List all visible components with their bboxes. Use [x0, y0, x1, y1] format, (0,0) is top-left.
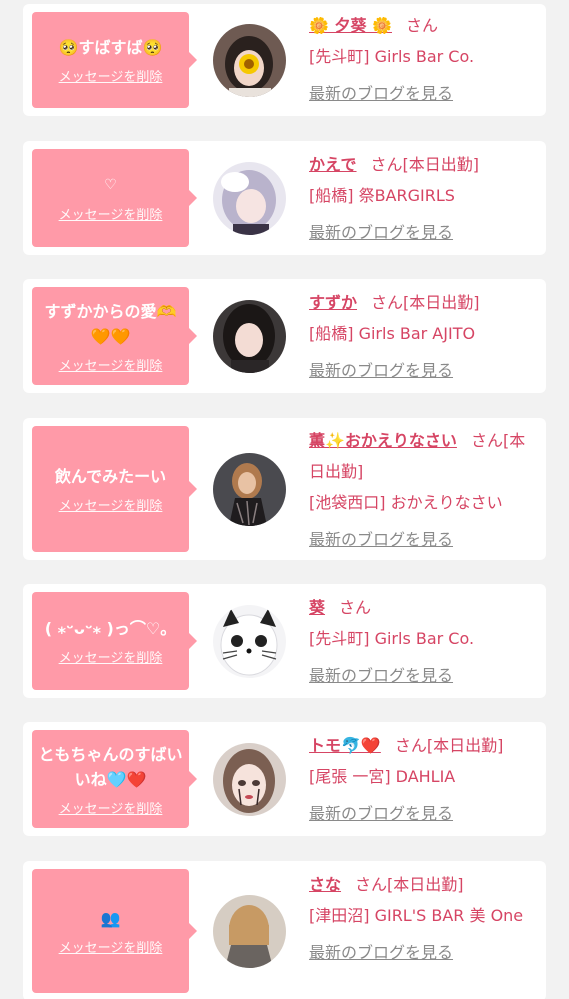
profile-photo-blonde-back [213, 895, 286, 968]
shop-name: [池袋西口] おかえりなさい [309, 493, 503, 512]
honorific: さん [339, 598, 372, 617]
honorific: さん [406, 16, 439, 35]
profile-photo-girl-silver-hair [213, 162, 286, 235]
latest-blog-link[interactable]: 最新のブログを見る [309, 660, 541, 691]
message-bubble: 👥 メッセージを削除 [32, 869, 197, 993]
delete-message-link[interactable]: メッセージを削除 [59, 495, 163, 514]
honorific: さん [470, 431, 503, 450]
message-text: 👥 [100, 909, 121, 928]
message-text: 飲んでみたーい [54, 467, 167, 486]
cast-name-link[interactable]: すずか [309, 293, 357, 312]
work-status: [本日出勤] [387, 875, 464, 894]
honorific: さん [394, 736, 427, 755]
honorific: さん [371, 293, 404, 312]
cast-name-link[interactable]: かえで [309, 155, 357, 174]
work-status: [本日出勤] [403, 293, 480, 312]
latest-blog-link[interactable]: 最新のブログを見る [309, 355, 541, 386]
message-bubble: 飲んでみたーい メッセージを削除 [32, 426, 197, 552]
delete-message-link[interactable]: メッセージを削除 [59, 355, 163, 374]
message-text: ( ⁎ᵕᴗᵕ⁎ )っ⌒♡。 [44, 619, 177, 638]
profile-photo-cat-filter [213, 605, 286, 678]
cast-name-link[interactable]: 葵 [309, 598, 325, 617]
cast-name-link[interactable]: トモ🐬❤️ [309, 736, 381, 755]
message-card: 🥺すばすば🥺 メッセージを削除 🌼 夕葵 🌼 さん [先斗町] Girls Bar… [23, 4, 546, 116]
message-card: ( ⁎ᵕᴗᵕ⁎ )っ⌒♡。 メッセージを削除 葵さん [先斗町] Girls B… [23, 584, 546, 698]
profile-photo-woman-lace [213, 453, 286, 526]
work-status: [本日出勤] [402, 155, 480, 174]
delete-message-link[interactable]: メッセージを削除 [59, 647, 163, 666]
latest-blog-link[interactable]: 最新のブログを見る [309, 937, 541, 968]
message-card: すずかからの愛🫶🧡🧡 メッセージを削除 すずか さん[本日出勤] [船橋] Gir… [23, 279, 546, 393]
latest-blog-link[interactable]: 最新のブログを見る [309, 78, 541, 109]
shop-name: [船橋] Girls Bar AJITO [309, 324, 476, 343]
work-status: [本日出勤] [426, 736, 504, 755]
shop-name: [尾張 一宮] DAHLIA [309, 767, 456, 786]
avatar[interactable] [213, 300, 286, 373]
cast-name-link[interactable]: 薫✨おかえりなさい [309, 431, 457, 450]
delete-message-link[interactable]: メッセージを削除 [59, 798, 163, 817]
latest-blog-link[interactable]: 最新のブログを見る [309, 798, 541, 829]
delete-message-link[interactable]: メッセージを削除 [59, 937, 163, 956]
latest-blog-link[interactable]: 最新のブログを見る [309, 524, 541, 555]
cast-info: 薫✨おかえりなさい さん[本日出勤] [池袋西口] おかえりなさい 最新のブログを… [309, 425, 541, 555]
message-card: ともちゃんのすばいいね🩵❤️ メッセージを削除 トモ🐬❤️ さん[本日出勤] [尾… [23, 722, 546, 836]
cast-name-link[interactable]: 🌼 夕葵 🌼 [309, 16, 392, 35]
latest-blog-link[interactable]: 最新のブログを見る [309, 217, 541, 248]
cast-info: 葵さん [先斗町] Girls Bar Co. 最新のブログを見る [309, 592, 541, 691]
avatar[interactable] [213, 895, 286, 968]
shop-name: [先斗町] Girls Bar Co. [309, 629, 475, 648]
shop-name: [船橋] 祭BARGIRLS [309, 186, 455, 205]
profile-photo-doll-face [213, 743, 286, 816]
avatar[interactable] [213, 743, 286, 816]
shop-name: [先斗町] Girls Bar Co. [309, 47, 475, 66]
delete-message-link[interactable]: メッセージを削除 [59, 204, 163, 223]
cast-name-link[interactable]: さな [309, 875, 341, 894]
shop-name: [津田沼] GIRL'S BAR 美 One [309, 906, 524, 925]
avatar[interactable] [213, 605, 286, 678]
message-card: 飲んでみたーい メッセージを削除 薫✨おかえりなさい さん[本日出勤] [池袋西口… [23, 418, 546, 560]
avatar[interactable] [213, 453, 286, 526]
profile-photo-girl-with-sunflower [213, 24, 286, 97]
cast-info: すずか さん[本日出勤] [船橋] Girls Bar AJITO 最新のブログを… [309, 287, 541, 386]
honorific: さん [370, 155, 403, 174]
cast-info: トモ🐬❤️ さん[本日出勤] [尾張 一宮] DAHLIA 最新のブログを見る [309, 730, 541, 829]
profile-photo-girl-dark-hair [213, 300, 286, 373]
honorific: さん [355, 875, 388, 894]
avatar[interactable] [213, 162, 286, 235]
message-card: ♡ メッセージを削除 かえで さん[本日出勤] [船橋] 祭BARGIRLS 最新… [23, 141, 546, 255]
cast-info: さな さん[本日出勤] [津田沼] GIRL'S BAR 美 One 最新のブログ… [309, 869, 541, 968]
message-text: 🥺すばすば🥺 [58, 38, 163, 57]
delete-message-link[interactable]: メッセージを削除 [59, 66, 163, 85]
message-bubble: 🥺すばすば🥺 メッセージを削除 [32, 12, 197, 108]
message-card-list: 🥺すばすば🥺 メッセージを削除 🌼 夕葵 🌼 さん [先斗町] Girls Bar… [0, 0, 569, 999]
message-bubble: すずかからの愛🫶🧡🧡 メッセージを削除 [32, 287, 197, 385]
message-text: すずかからの愛🫶🧡🧡 [44, 301, 177, 346]
message-bubble: ともちゃんのすばいいね🩵❤️ メッセージを削除 [32, 730, 197, 828]
message-text: ともちゃんのすばいいね🩵❤️ [38, 744, 183, 789]
avatar[interactable] [213, 24, 286, 97]
message-bubble: ♡ メッセージを削除 [32, 149, 197, 247]
cast-info: かえで さん[本日出勤] [船橋] 祭BARGIRLS 最新のブログを見る [309, 149, 541, 248]
message-text: ♡ [104, 177, 117, 193]
message-bubble: ( ⁎ᵕᴗᵕ⁎ )っ⌒♡。 メッセージを削除 [32, 592, 197, 690]
message-card: 👥 メッセージを削除 さな さん[本日出勤] [津田沼] GIRL'S BAR 美… [23, 861, 546, 999]
cast-info: 🌼 夕葵 🌼 さん [先斗町] Girls Bar Co. 最新のブログを見る [309, 10, 541, 109]
